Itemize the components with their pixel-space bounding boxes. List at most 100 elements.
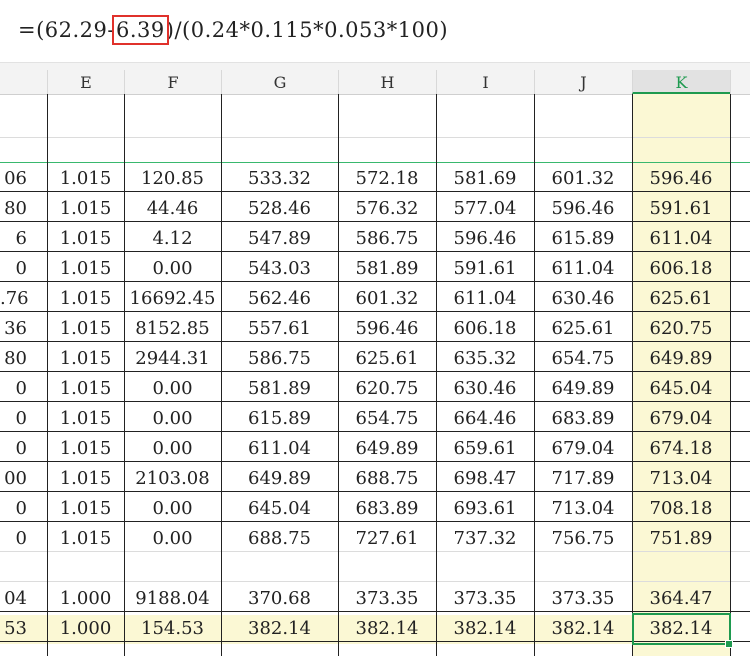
active-cell-selection[interactable] — [632, 613, 731, 645]
table-cell-g[interactable]: 581.89 — [221, 374, 338, 404]
table-cell-i[interactable]: 596.46 — [436, 224, 534, 254]
table-cell-k[interactable]: 596.46 — [632, 164, 730, 194]
formula-text[interactable]: =(62.29-6.39)/(0.24*0.115*0.053*100) — [18, 15, 448, 45]
table-cell-i[interactable]: 606.18 — [436, 314, 534, 344]
table-cell-k[interactable]: 713.04 — [632, 464, 730, 494]
table-cell-f[interactable]: 9188.04 — [124, 584, 221, 614]
table-cell-g[interactable]: 649.89 — [221, 464, 338, 494]
table-cell-a[interactable]: 0 — [0, 494, 47, 524]
column-header-l[interactable] — [730, 70, 750, 94]
table-cell-e[interactable]: 1.015 — [47, 374, 124, 404]
table-cell-f[interactable]: 154.53 — [124, 614, 221, 644]
table-cell-k[interactable]: 751.89 — [632, 524, 730, 554]
table-cell-h[interactable]: 572.18 — [338, 164, 436, 194]
table-cell-i[interactable]: 737.32 — [436, 524, 534, 554]
table-cell-i[interactable]: 693.61 — [436, 494, 534, 524]
spreadsheet-grid[interactable]: 06 1.015 120.85 533.32 572.18 581.69 601.32 596… — [0, 94, 750, 656]
table-cell-h[interactable]: 373.35 — [338, 584, 436, 614]
table-cell-e[interactable]: 1.015 — [47, 404, 124, 434]
table-cell-f[interactable]: 8152.85 — [124, 314, 221, 344]
column-header-g[interactable]: G — [221, 70, 338, 94]
table-cell-a[interactable]: 06 — [0, 164, 47, 194]
table-cell-f[interactable]: 0.00 — [124, 434, 221, 464]
column-header-f[interactable]: F — [124, 70, 221, 94]
table-cell-f[interactable]: 44.46 — [124, 194, 221, 224]
table-cell-a[interactable]: 00 — [0, 464, 47, 494]
table-cell-k[interactable] — [632, 554, 730, 584]
formula-bar[interactable]: =(62.29-6.39)/(0.24*0.115*0.053*100) — [0, 0, 750, 62]
table-cell-i[interactable]: 630.46 — [436, 374, 534, 404]
fill-handle[interactable] — [725, 640, 733, 648]
table-cell-e[interactable]: 1.015 — [47, 314, 124, 344]
table-cell-f[interactable]: 2944.31 — [124, 344, 221, 374]
table-cell-g[interactable]: 586.75 — [221, 344, 338, 374]
table-cell-j[interactable]: 756.75 — [534, 524, 632, 554]
table-cell-h[interactable]: 620.75 — [338, 374, 436, 404]
table-cell-f[interactable] — [124, 554, 221, 584]
table-cell-e[interactable]: 1.015 — [47, 494, 124, 524]
table-cell-e[interactable]: 1.000 — [47, 614, 124, 644]
table-cell-j[interactable]: 683.89 — [534, 404, 632, 434]
table-cell-k[interactable]: 611.04 — [632, 224, 730, 254]
table-cell-h[interactable]: 727.61 — [338, 524, 436, 554]
table-cell-h[interactable]: 625.61 — [338, 344, 436, 374]
table-cell-g[interactable]: 688.75 — [221, 524, 338, 554]
table-cell-i[interactable]: 611.04 — [436, 284, 534, 314]
table-cell-j[interactable]: 596.46 — [534, 194, 632, 224]
table-cell-i[interactable]: 373.35 — [436, 584, 534, 614]
table-cell-e[interactable]: 1.015 — [47, 194, 124, 224]
table-cell-j[interactable] — [534, 554, 632, 584]
table-cell-k[interactable]: 591.61 — [632, 194, 730, 224]
table-cell-f[interactable]: 0.00 — [124, 524, 221, 554]
table-cell-k[interactable]: 674.18 — [632, 434, 730, 464]
table-cell-h[interactable]: 576.32 — [338, 194, 436, 224]
table-cell-k[interactable]: 606.18 — [632, 254, 730, 284]
table-cell-e[interactable]: 1.015 — [47, 344, 124, 374]
table-cell-i[interactable]: 591.61 — [436, 254, 534, 284]
table-cell-i[interactable]: 698.47 — [436, 464, 534, 494]
table-cell-e[interactable]: 1.015 — [47, 464, 124, 494]
column-header-d[interactable] — [0, 70, 47, 94]
table-cell-g[interactable]: 547.89 — [221, 224, 338, 254]
table-cell-f[interactable]: 16692.45 — [124, 284, 221, 314]
table-cell-a[interactable]: 36 — [0, 314, 47, 344]
table-cell-k[interactable]: 645.04 — [632, 374, 730, 404]
column-header-k[interactable]: K — [632, 70, 730, 94]
table-cell-h[interactable]: 688.75 — [338, 464, 436, 494]
table-cell-a[interactable]: 0 — [0, 254, 47, 284]
table-cell-e[interactable]: 1.015 — [47, 524, 124, 554]
table-cell-e[interactable]: 1.015 — [47, 434, 124, 464]
table-cell-k[interactable]: 649.89 — [632, 344, 730, 374]
table-cell-g[interactable]: 615.89 — [221, 404, 338, 434]
table-cell-h[interactable]: 683.89 — [338, 494, 436, 524]
table-cell-f[interactable]: 0.00 — [124, 254, 221, 284]
table-cell-i[interactable]: 659.61 — [436, 434, 534, 464]
table-cell-a[interactable]: 0 — [0, 374, 47, 404]
table-cell-g[interactable]: 370.68 — [221, 584, 338, 614]
table-cell-a[interactable]: 80 — [0, 344, 47, 374]
table-cell-j[interactable]: 630.46 — [534, 284, 632, 314]
table-cell-g[interactable]: 382.14 — [221, 614, 338, 644]
table-cell-a[interactable]: 04 — [0, 584, 47, 614]
table-cell-g[interactable]: 562.46 — [221, 284, 338, 314]
table-cell-e[interactable]: 1.015 — [47, 164, 124, 194]
table-cell-h[interactable]: 586.75 — [338, 224, 436, 254]
column-header-e[interactable]: E — [47, 70, 124, 94]
table-cell-e[interactable] — [47, 554, 124, 584]
table-cell-j[interactable]: 382.14 — [534, 614, 632, 644]
table-cell-a[interactable]: 6 — [0, 224, 47, 254]
table-cell-a[interactable]: 53 — [0, 614, 47, 644]
table-cell-j[interactable]: 625.61 — [534, 314, 632, 344]
table-cell-i[interactable]: 577.04 — [436, 194, 534, 224]
table-cell-j[interactable]: 713.04 — [534, 494, 632, 524]
table-cell-f[interactable]: 120.85 — [124, 164, 221, 194]
table-cell-k[interactable]: 679.04 — [632, 404, 730, 434]
table-cell-f[interactable]: 0.00 — [124, 494, 221, 524]
table-cell-j[interactable]: 615.89 — [534, 224, 632, 254]
table-cell-h[interactable]: 581.89 — [338, 254, 436, 284]
table-cell-h[interactable]: 649.89 — [338, 434, 436, 464]
table-cell-j[interactable]: 373.35 — [534, 584, 632, 614]
table-cell-k[interactable]: 620.75 — [632, 314, 730, 344]
table-cell-g[interactable]: 645.04 — [221, 494, 338, 524]
column-header-h[interactable]: H — [338, 70, 436, 94]
